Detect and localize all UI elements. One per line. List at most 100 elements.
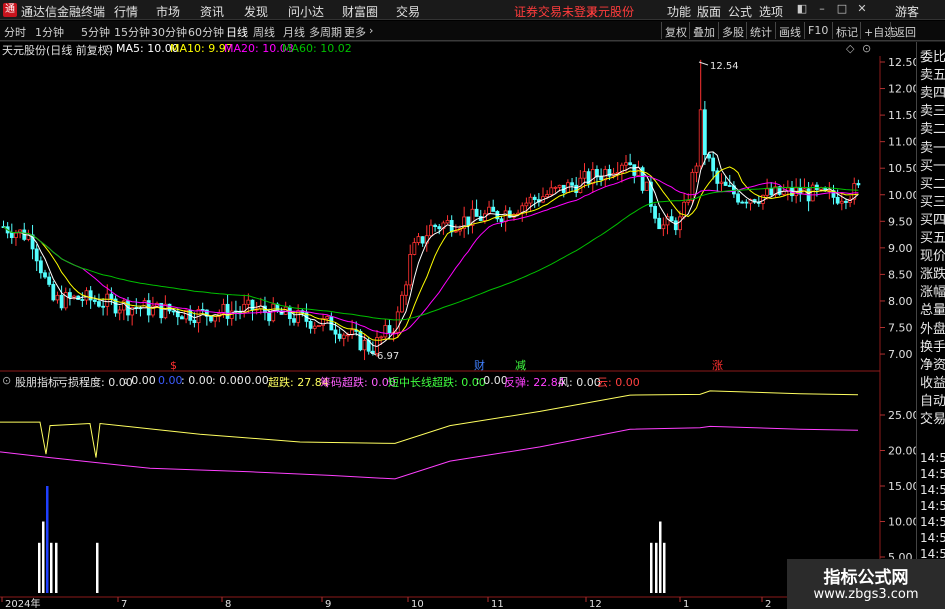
candle-body [570, 182, 574, 186]
ind-item-10: 反弹: 22.84 [504, 376, 565, 389]
candle-body [466, 216, 471, 226]
event-marker: 减 [515, 359, 526, 372]
indicator-bar [50, 542, 53, 593]
candle-body [429, 224, 433, 237]
watermark: 指标公式网 www.zbgs3.com [787, 559, 945, 609]
candle-body [14, 232, 18, 238]
candle-body [383, 325, 388, 338]
candle-body [287, 306, 292, 320]
price-tick-label: 9.50 [888, 215, 913, 228]
ind-item-12: 云: 0.00 [597, 376, 640, 389]
candle-body [740, 201, 745, 204]
price-tick-label: 8.50 [888, 268, 913, 281]
watermark-title: 指标公式网 [823, 568, 909, 588]
panel-label: 总量 [920, 303, 945, 319]
candle-body [603, 169, 608, 181]
candle-body [213, 316, 218, 322]
trade-time: 14:56 [920, 531, 945, 545]
date-tick-label: 12 [589, 599, 602, 609]
ind-item-3: : 0.00 [181, 374, 213, 387]
candle-body [59, 294, 64, 309]
trade-time: 14:56 [920, 515, 945, 529]
candle-body [271, 303, 276, 322]
candle-body [92, 299, 97, 302]
candle-body [487, 206, 491, 215]
candle-body [292, 318, 296, 323]
candle-body [532, 196, 537, 200]
candle-body [445, 220, 450, 224]
ind-item-7: 筹码超跌: 0.00 [320, 376, 396, 389]
indicator-bar [42, 521, 45, 593]
candle-body [765, 188, 769, 196]
panel-label: 买四 [920, 212, 945, 228]
candle-body [333, 329, 338, 335]
candle-body [690, 171, 695, 201]
candle-body [686, 200, 691, 203]
candle-body [727, 185, 732, 187]
candle-body [192, 319, 197, 324]
candle-body [553, 186, 558, 189]
candle-body [678, 216, 682, 231]
indicator-name: 股朋指标 [15, 376, 59, 389]
candle-body [736, 193, 740, 203]
price-tick-label: 7.50 [888, 322, 913, 335]
candle-body [312, 325, 317, 329]
candlestick-chart[interactable]: 12.5012.0011.5011.0010.5010.009.509.008.… [0, 0, 945, 609]
panel-label: 买二 [920, 176, 945, 192]
low-marker-label: 6.97 [377, 351, 399, 362]
panel-label[interactable]: 交易 [920, 408, 945, 427]
candle-body [404, 284, 408, 296]
candle-body [38, 260, 43, 274]
panel-label: 卖四 [920, 86, 945, 102]
indicator-bar [655, 542, 658, 593]
event-marker: 财 [474, 358, 485, 372]
candle-body [246, 299, 251, 305]
candle-body [9, 232, 14, 238]
candle-body [528, 196, 533, 204]
candle-body [453, 230, 458, 233]
candle-body [433, 224, 438, 227]
price-tick-label: 10.50 [888, 162, 920, 175]
trade-time: 14:56 [920, 451, 945, 465]
candle-body [744, 201, 749, 204]
candle-body [628, 162, 633, 166]
indicator-bar [663, 542, 666, 593]
indicator-bar [55, 542, 58, 593]
ind-item-0: 亏损程度: 0.00 [57, 376, 133, 389]
panel-label: 买三 [920, 194, 945, 210]
ind-tick-label: 15.00 [888, 480, 920, 493]
candle-body [316, 325, 321, 327]
price-tick-label: 11.00 [888, 136, 920, 149]
candle-body [624, 162, 628, 166]
panel-label[interactable]: 自动 [920, 390, 945, 409]
panel-label: 卖三 [920, 104, 945, 120]
candle-body [379, 336, 384, 339]
candle-body [769, 188, 774, 196]
candle-body [80, 299, 85, 301]
candle-body [524, 202, 529, 207]
candle-body [51, 284, 56, 301]
indicator-settings-icon[interactable]: ⊙ [2, 374, 11, 387]
price-tick-label: 11.50 [888, 109, 920, 122]
panel-label: 现价 [920, 249, 945, 265]
ind-item-2: 0.00 [158, 374, 183, 387]
candle-body [702, 109, 707, 155]
panel-label: 外盘 [920, 321, 945, 337]
candle-body [653, 205, 657, 219]
candle-body [341, 334, 346, 339]
price-tick-label: 7.00 [888, 348, 913, 361]
candle-body [590, 169, 595, 185]
candle-body [503, 210, 508, 222]
candle-body [416, 236, 421, 244]
candle-body [557, 184, 562, 188]
candle-body [657, 217, 662, 230]
panel-label: 卖二 [920, 122, 945, 138]
candle-body [387, 325, 392, 334]
candle-body [711, 157, 716, 172]
indicator-bar [659, 521, 662, 593]
candle-body [84, 290, 89, 301]
ind-item-8: 短中长线超跌: 0.00 [388, 376, 486, 389]
panel-label: 涨跌 [920, 267, 945, 283]
ind-item-5: : 0.00 [237, 374, 269, 387]
candle-body [171, 310, 176, 313]
